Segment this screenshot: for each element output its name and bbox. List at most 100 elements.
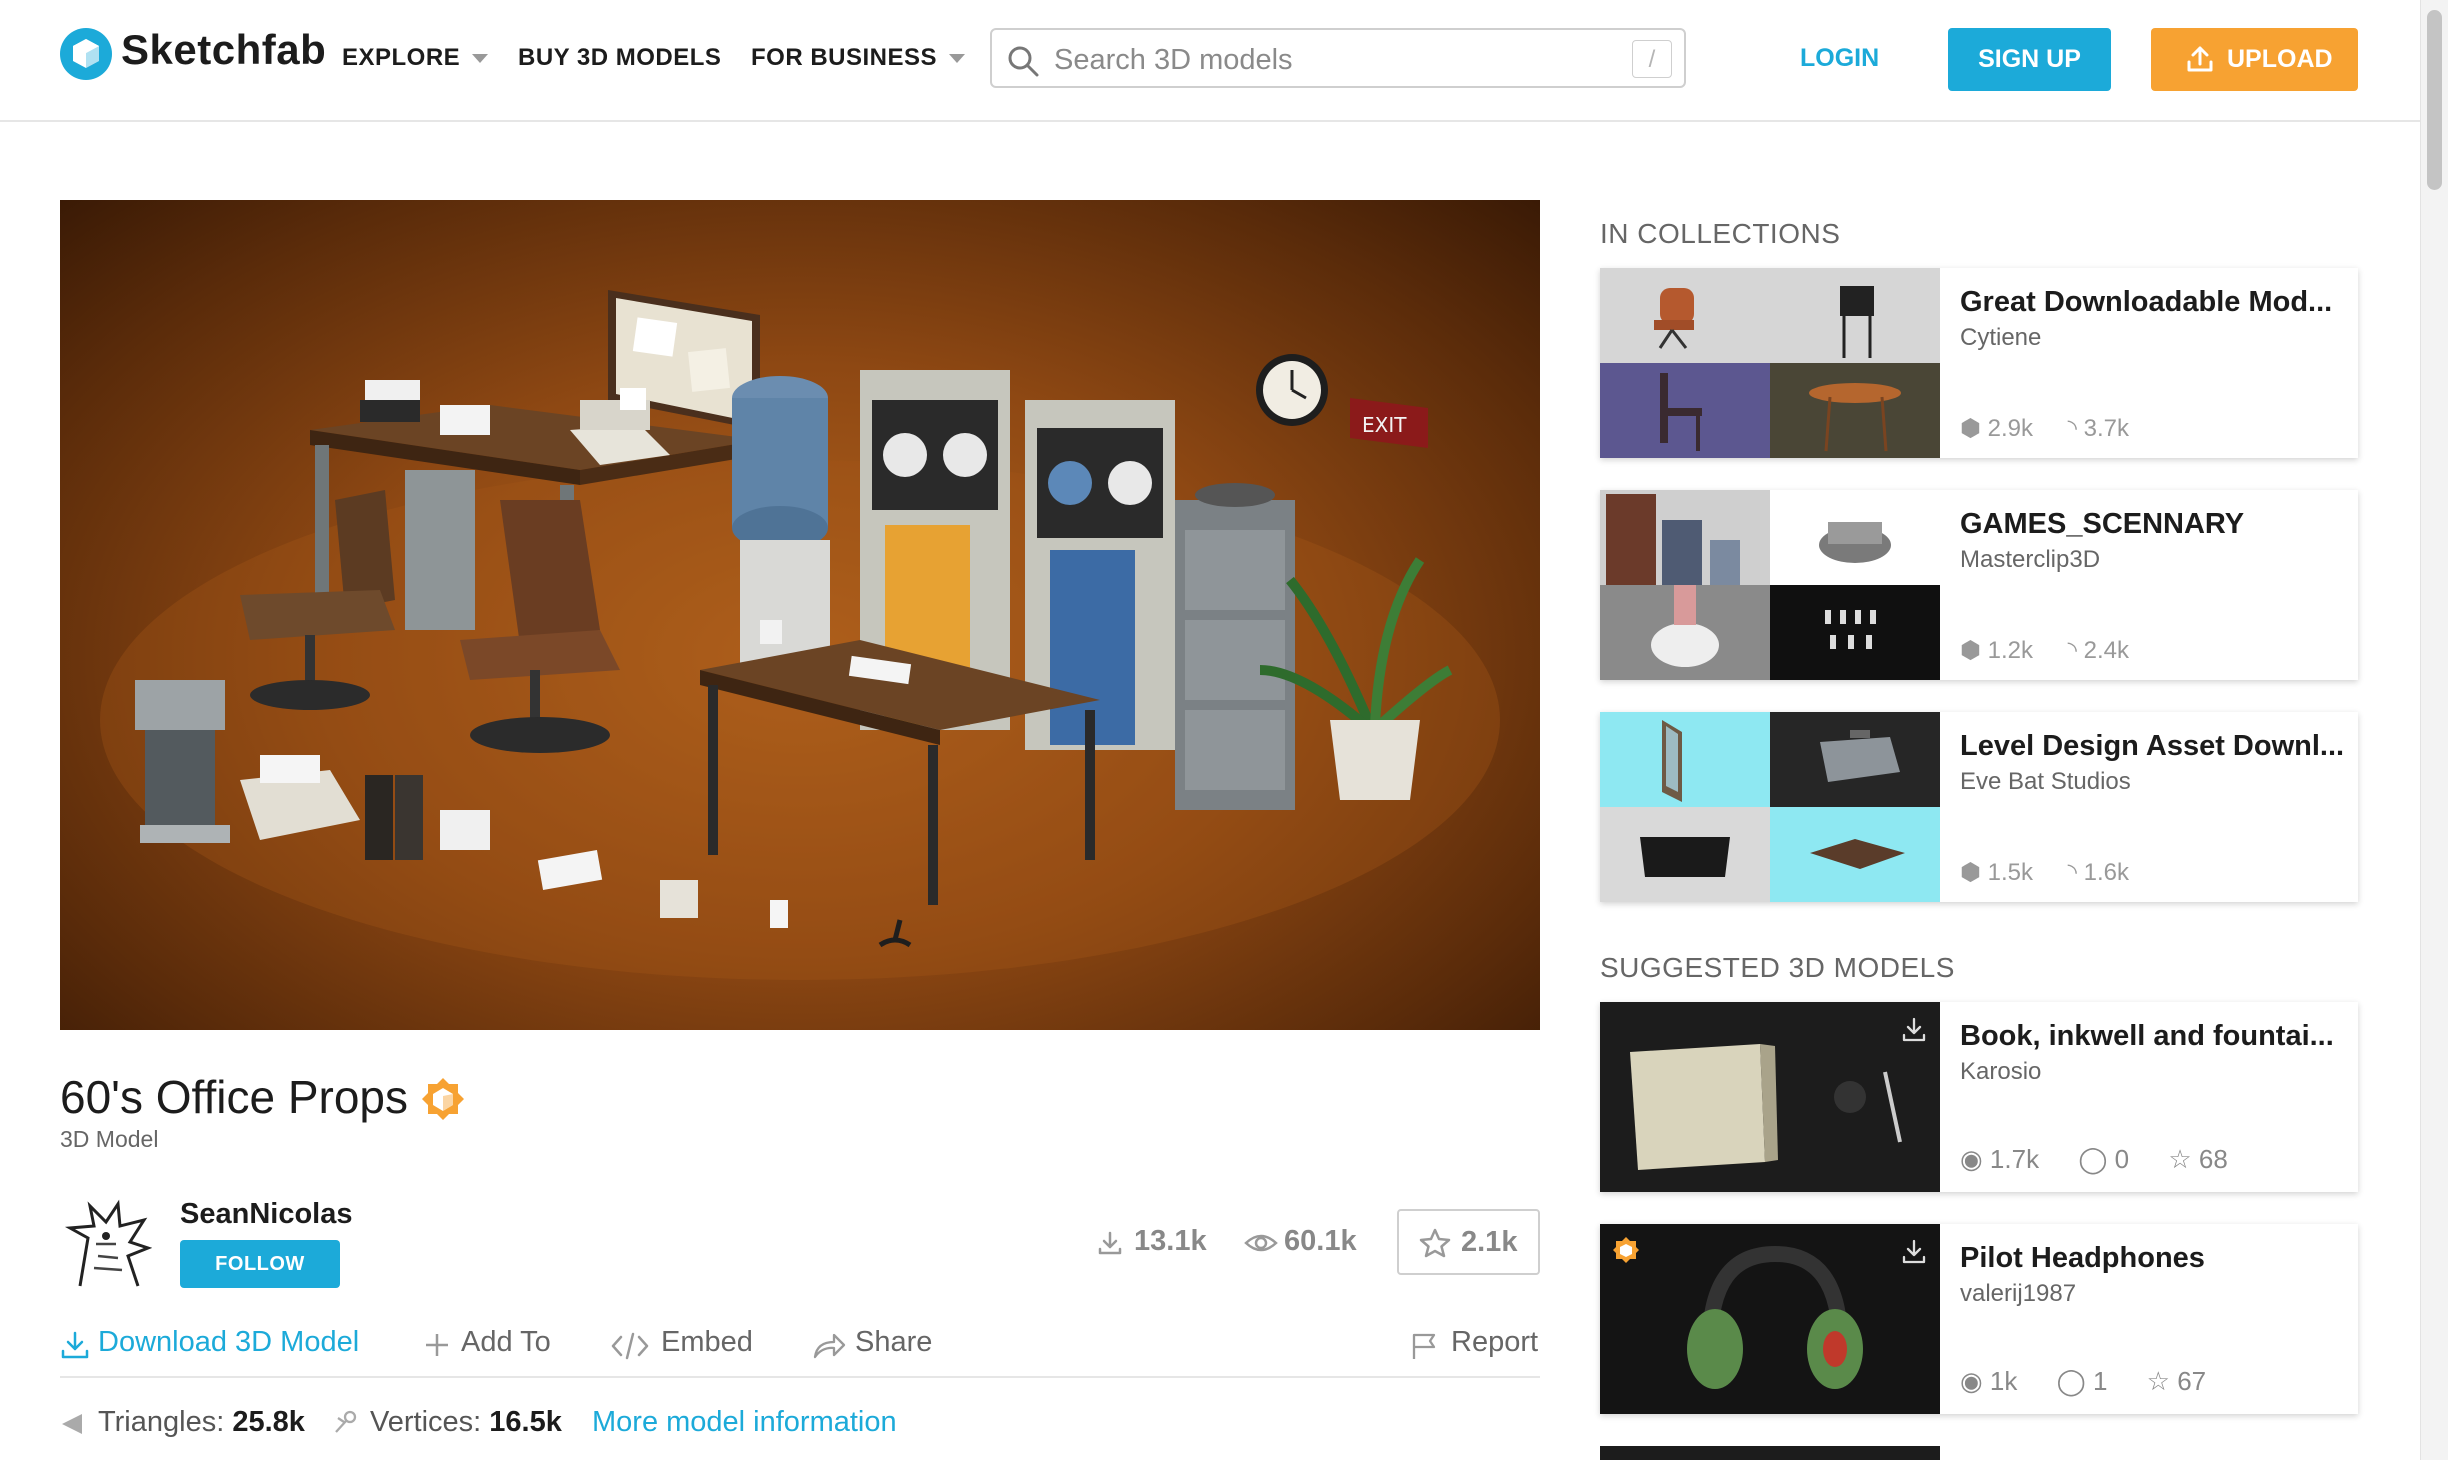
suggested-author[interactable]: valerij1987: [1960, 1280, 2076, 1308]
download-count: 13.1k: [1096, 1225, 1207, 1258]
model-title-text: 60's Office Props: [60, 1071, 408, 1123]
page-scrollbar[interactable]: [2420, 0, 2448, 1460]
collection-title[interactable]: GAMES_SCENNARY: [1960, 508, 2244, 541]
login-link[interactable]: LOGIN: [1800, 44, 1879, 73]
model-count: ⬢ 2.9k: [1960, 415, 2033, 442]
nav-explore[interactable]: EXPLORE: [342, 44, 489, 72]
wall-clock: [1256, 354, 1328, 426]
report-label: Report: [1451, 1326, 1539, 1358]
collection-thumbnails: [1600, 490, 1940, 680]
exit-sign: EXIT: [1350, 398, 1428, 448]
share-icon: [813, 1333, 846, 1359]
suggested-model-card[interactable]: Book, inkwell and fountai... Karosio ◉ 1…: [1600, 1002, 2358, 1192]
book-inkwell-thumb: [1630, 1044, 1902, 1170]
thumb-toilet: [1600, 585, 1770, 680]
search-input[interactable]: [1052, 40, 1616, 80]
download-3d-model-button[interactable]: Download 3D Model: [60, 1326, 359, 1359]
flag-icon: [1412, 1333, 1436, 1359]
embed-label: Embed: [661, 1326, 753, 1358]
star-icon: [1419, 1228, 1451, 1258]
thumb-wooden-platform: [1770, 807, 1940, 902]
suggested-stats: ◉ 1.7k ◯ 0 ☆ 68: [1960, 1144, 2260, 1175]
model-viewer[interactable]: EXIT: [60, 200, 1540, 1030]
nav-for-business[interactable]: FOR BUSINESS: [751, 44, 966, 72]
triangles-label: Triangles:: [98, 1406, 225, 1438]
suggested-model-card[interactable]: Pilot Headphones valerij1987 ◉ 1k ◯ 1 ☆ …: [1600, 1224, 2358, 1414]
headphones-thumb: [1687, 1245, 1863, 1389]
downloadable-icon: [1902, 1239, 1926, 1264]
likes-stat: ☆ 67: [2146, 1366, 2207, 1396]
collections-heading: IN COLLECTIONS: [1600, 218, 1841, 249]
triangle-icon: [62, 1414, 82, 1434]
brand-name[interactable]: Sketchfab: [121, 26, 326, 74]
model-title: 60's Office Props: [60, 1070, 408, 1124]
svg-text:EXIT: EXIT: [1362, 413, 1407, 437]
suggested-title[interactable]: Pilot Headphones: [1960, 1242, 2205, 1275]
suggested-heading: SUGGESTED 3D MODELS: [1600, 952, 1955, 983]
download-count-value: 13.1k: [1134, 1225, 1207, 1257]
download-label: Download 3D Model: [98, 1326, 360, 1358]
collection-card[interactable]: Great Downloadable Mod... Cytiene ⬢ 2.9k…: [1600, 268, 2358, 458]
embed-button[interactable]: Embed: [610, 1326, 753, 1360]
share-label: Share: [855, 1326, 933, 1358]
suggested-title[interactable]: Book, inkwell and fountai...: [1960, 1020, 2334, 1053]
like-button[interactable]: 2.1k: [1397, 1209, 1540, 1275]
download-icon: [61, 1331, 89, 1359]
filing-cabinet: [1175, 483, 1295, 810]
author-avatar[interactable]: [60, 1198, 153, 1290]
collection-title[interactable]: Level Design Asset Downl...: [1960, 730, 2344, 763]
thumb-case: [1770, 712, 1940, 807]
follower-count: ◝ 3.7k: [2067, 415, 2130, 442]
nav-explore-label: EXPLORE: [342, 44, 461, 71]
upload-button[interactable]: UPLOAD: [2151, 28, 2358, 91]
nav-buy-3d-models[interactable]: BUY 3D MODELS: [518, 44, 721, 72]
suggested-model-card-partial[interactable]: [1600, 1446, 2358, 1460]
collection-title[interactable]: Great Downloadable Mod...: [1960, 286, 2332, 319]
collection-thumbnails: [1600, 712, 1940, 902]
upload-icon: [2187, 46, 2213, 72]
actions-divider: [60, 1376, 1540, 1378]
comments-stat: ◯ 0: [2078, 1144, 2130, 1174]
more-model-info-link[interactable]: More model information: [592, 1406, 897, 1439]
search-icon: [1008, 46, 1039, 77]
report-button[interactable]: Report: [1410, 1326, 1538, 1359]
downloadable-icon: [1902, 1017, 1926, 1042]
model-type-label: 3D Model: [60, 1126, 159, 1152]
sketchfab-logo-icon[interactable]: [60, 28, 112, 80]
top-navbar: Sketchfab EXPLORE BUY 3D MODELS FOR BUSI…: [0, 0, 2420, 122]
model-count: ⬢ 1.2k: [1960, 637, 2033, 664]
plus-icon: [426, 1334, 448, 1356]
collection-card[interactable]: Level Design Asset Downl... Eve Bat Stud…: [1600, 712, 2358, 902]
vertices-label: Vertices:: [370, 1406, 482, 1438]
model-count: ⬢ 1.5k: [1960, 859, 2033, 886]
thumb-black-box: [1600, 807, 1770, 902]
model-thumbnail: [1600, 1446, 1940, 1460]
collection-author[interactable]: Cytiene: [1960, 324, 2041, 352]
office-props-scene-render: EXIT: [100, 290, 1500, 980]
collection-stats: ⬢ 1.5k ◝ 1.6k: [1960, 858, 2157, 887]
follower-count: ◝ 1.6k: [2067, 859, 2130, 886]
follow-button[interactable]: FOLLOW: [180, 1240, 340, 1288]
thumb-side-table: [1770, 268, 1940, 363]
chevron-down-icon: [949, 54, 966, 64]
scrollbar-thumb[interactable]: [2427, 10, 2442, 190]
thumb-round-table: [1770, 363, 1940, 458]
eye-icon: [1244, 1234, 1278, 1252]
suggested-author[interactable]: Karosio: [1960, 1058, 2041, 1086]
likes-stat: ☆ 68: [2168, 1144, 2228, 1174]
share-button[interactable]: Share: [812, 1326, 932, 1359]
thumb-mirror: [1600, 712, 1770, 807]
search-bar[interactable]: /: [990, 28, 1686, 88]
comments-stat: ◯ 1: [2056, 1366, 2108, 1396]
thumb-lounge-chair: [1600, 268, 1770, 363]
signup-button[interactable]: SIGN UP: [1948, 28, 2111, 91]
staff-pick-badge-icon: [422, 1078, 464, 1120]
collection-author[interactable]: Masterclip3D: [1960, 546, 2100, 574]
author-name[interactable]: SeanNicolas: [180, 1198, 352, 1231]
add-to-button[interactable]: Add To: [424, 1326, 551, 1359]
collection-card[interactable]: GAMES_SCENNARY Masterclip3D ⬢ 1.2k ◝ 2.4…: [1600, 490, 2358, 680]
collection-author[interactable]: Eve Bat Studios: [1960, 768, 2131, 796]
views-stat: ◉ 1k: [1960, 1366, 2018, 1396]
search-shortcut-hint: /: [1632, 40, 1672, 78]
nav-buy-label: BUY 3D MODELS: [518, 44, 722, 71]
